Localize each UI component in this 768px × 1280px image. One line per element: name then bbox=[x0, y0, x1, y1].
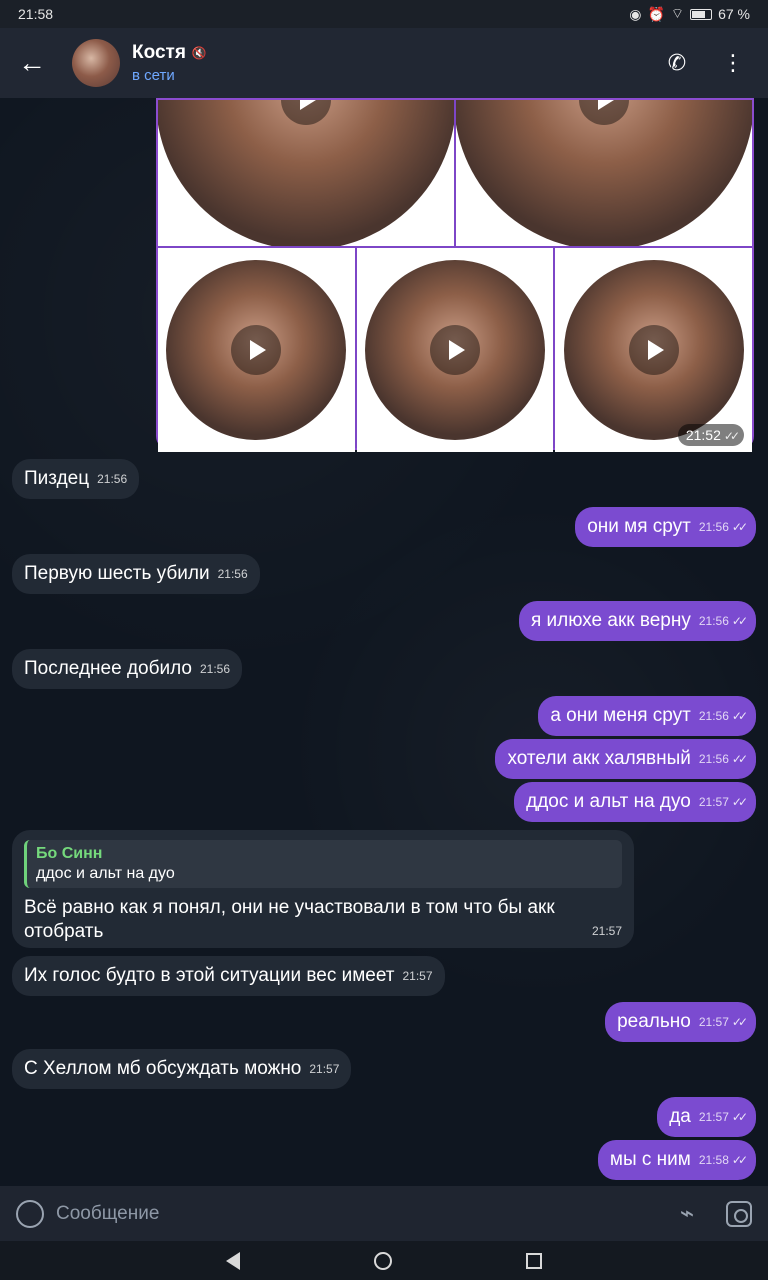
nav-back-icon[interactable] bbox=[226, 1251, 240, 1270]
message-text: реально bbox=[617, 1011, 691, 1032]
attach-icon[interactable]: ⌁ bbox=[674, 1200, 700, 1227]
double-check-icon: ✓✓ bbox=[731, 1015, 748, 1029]
message-text: да bbox=[669, 1106, 691, 1127]
chat-title-box[interactable]: Костя 🔇 в сети bbox=[132, 42, 664, 84]
message-bubble[interactable]: реально 21:57 ✓✓ bbox=[605, 1002, 756, 1042]
double-check-icon: ✓✓ bbox=[731, 752, 748, 766]
quote-author: Бо Синн bbox=[36, 845, 103, 862]
alarm-icon: ⏰ bbox=[647, 5, 665, 22]
double-check-icon: ✓✓ bbox=[731, 520, 748, 534]
more-vert-icon[interactable]: ⋮ bbox=[720, 50, 746, 76]
media-timestamp: 21:52 ✓✓ bbox=[677, 424, 744, 446]
video-message-5[interactable]: 21:52 ✓✓ bbox=[555, 248, 752, 452]
message-time: 21:58 bbox=[698, 1153, 729, 1167]
message-time: 21:56 bbox=[698, 709, 729, 723]
message-bubble[interactable]: а они меня срут 21:56 ✓✓ bbox=[538, 696, 756, 736]
message-time: 21:56 bbox=[199, 662, 230, 676]
message-time: 21:57 bbox=[698, 1015, 729, 1029]
online-status: в сети bbox=[132, 67, 175, 84]
battery-text: 67 % bbox=[718, 6, 750, 22]
message-text: Их голос будто в этой ситуации вес имеет bbox=[24, 965, 395, 986]
message-composer: Сообщение ⌁ bbox=[0, 1186, 768, 1241]
message-text: Первую шесть убили bbox=[24, 563, 210, 584]
message-time: 21:57 bbox=[698, 795, 729, 809]
double-check-icon: ✓✓ bbox=[723, 429, 740, 443]
message-bubble[interactable]: Их голос будто в этой ситуации вес имеет… bbox=[12, 956, 445, 996]
message-bubble[interactable]: Пиздец 21:56 bbox=[12, 459, 140, 499]
camera-icon[interactable] bbox=[726, 1200, 752, 1227]
play-icon[interactable] bbox=[628, 325, 679, 375]
header-actions: ✆ ⋮ bbox=[664, 50, 768, 76]
back-arrow-icon[interactable]: ← bbox=[0, 28, 64, 98]
chat-title: Костя 🔇 bbox=[132, 42, 664, 64]
double-check-icon: ✓✓ bbox=[731, 795, 748, 809]
quote-text: ддос и альт на дуо bbox=[36, 865, 175, 882]
video-message-4[interactable] bbox=[356, 248, 554, 452]
reply-message-bubble[interactable]: Бо Синн ддос и альт на дуо Всё равно как… bbox=[12, 830, 634, 948]
sticker-icon[interactable] bbox=[16, 1199, 44, 1228]
status-time: 21:58 bbox=[18, 6, 54, 22]
message-bubble[interactable]: я илюхе акк верну 21:56 ✓✓ bbox=[518, 601, 756, 641]
double-check-icon: ✓✓ bbox=[731, 1110, 748, 1124]
video-message-2[interactable] bbox=[456, 100, 752, 246]
system-nav-bar bbox=[0, 1241, 768, 1280]
chat-messages[interactable]: 21:52 ✓✓ Пиздец 21:56 они мя срут 21:56 ✓✓ П… bbox=[0, 98, 768, 1186]
wifi-icon: ⌔ bbox=[670, 5, 685, 21]
message-time: 21:56 bbox=[698, 520, 729, 534]
message-bubble[interactable]: С Хеллом мб обсуждать можно 21:57 bbox=[12, 1049, 352, 1089]
message-bubble[interactable]: Последнее добило 21:56 bbox=[12, 649, 242, 689]
phone-icon[interactable]: ✆ bbox=[664, 50, 690, 76]
message-bubble[interactable]: мы с ним 21:58 ✓✓ bbox=[597, 1140, 756, 1180]
message-text: Последнее добило bbox=[24, 658, 192, 679]
message-text: С Хеллом мб обсуждать можно bbox=[24, 1058, 302, 1079]
message-text: они мя срут bbox=[587, 516, 691, 537]
message-time: 21:56 bbox=[97, 472, 128, 486]
video-message-1[interactable] bbox=[158, 100, 454, 246]
video-row: 21:52 ✓✓ bbox=[158, 248, 752, 452]
message-time: 21:56 bbox=[698, 752, 729, 766]
status-icons: ◉ ⏰ ⌔ 67 % bbox=[629, 5, 750, 23]
message-text: а они меня срут bbox=[550, 705, 691, 726]
video-message-grid[interactable]: 21:52 ✓✓ bbox=[156, 98, 754, 452]
message-text: Пиздец bbox=[24, 468, 90, 489]
contact-name: Костя bbox=[132, 42, 186, 63]
message-time: 21:57 bbox=[402, 969, 433, 983]
message-time: 21:57 bbox=[309, 1062, 340, 1076]
mute-icon: 🔇 bbox=[191, 46, 207, 60]
nav-recent-icon[interactable] bbox=[526, 1252, 542, 1269]
message-text: я илюхе акк верну bbox=[530, 610, 691, 631]
message-time: 21:57 bbox=[591, 924, 622, 938]
message-text: мы с ним bbox=[609, 1149, 691, 1170]
video-message-3[interactable] bbox=[158, 248, 355, 452]
message-text: хотели акк халявный bbox=[507, 748, 691, 769]
message-bubble[interactable]: да 21:57 ✓✓ bbox=[657, 1097, 756, 1137]
message-bubble[interactable]: хотели акк халявный 21:56 ✓✓ bbox=[495, 739, 756, 779]
eye-icon: ◉ bbox=[629, 5, 642, 22]
double-check-icon: ✓✓ bbox=[731, 1153, 748, 1167]
message-text: Всё равно как я понял, они не участвовал… bbox=[24, 897, 555, 942]
composer-actions: ⌁ bbox=[674, 1200, 752, 1227]
double-check-icon: ✓✓ bbox=[731, 709, 748, 723]
chat-header: ← Костя 🔇 в сети ✆ ⋮ bbox=[0, 28, 768, 98]
quoted-message[interactable]: Бо Синн ддос и альт на дуо bbox=[24, 840, 622, 888]
message-time: 21:57 bbox=[698, 1110, 729, 1124]
message-text: ддос и альт на дуо bbox=[526, 791, 691, 812]
battery-icon bbox=[690, 8, 713, 20]
status-bar: 21:58 ◉ ⏰ ⌔ 67 % bbox=[0, 0, 768, 28]
message-bubble[interactable]: ддос и альт на дуо 21:57 ✓✓ bbox=[514, 782, 756, 822]
message-time: 21:56 bbox=[217, 567, 248, 581]
message-bubble[interactable]: они мя срут 21:56 ✓✓ bbox=[575, 507, 756, 547]
media-time-text: 21:52 bbox=[685, 427, 721, 443]
play-icon[interactable] bbox=[429, 325, 480, 375]
double-check-icon: ✓✓ bbox=[731, 614, 748, 628]
avatar[interactable] bbox=[72, 39, 120, 87]
message-bubble[interactable]: Первую шесть убили 21:56 bbox=[12, 554, 260, 594]
nav-home-icon[interactable] bbox=[374, 1251, 392, 1270]
message-time: 21:56 bbox=[698, 614, 729, 628]
message-input[interactable]: Сообщение bbox=[56, 1203, 674, 1225]
play-icon[interactable] bbox=[231, 325, 282, 375]
